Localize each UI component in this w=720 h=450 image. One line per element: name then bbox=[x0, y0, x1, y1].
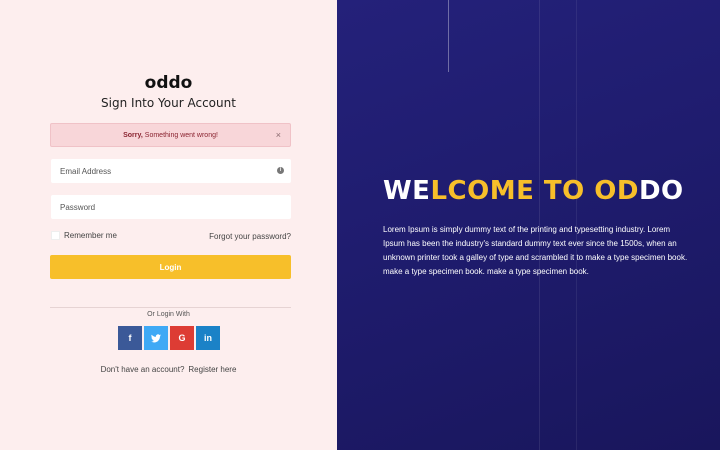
welcome-part-highlight: LCOME TO bbox=[430, 176, 595, 206]
welcome-paragraph: Lorem Ipsum is simply dummy text of the … bbox=[383, 225, 688, 276]
light-streak bbox=[448, 0, 449, 72]
info-icon: i bbox=[277, 167, 284, 174]
password-field[interactable]: Password bbox=[51, 195, 291, 219]
welcome-part: DO bbox=[638, 176, 684, 206]
twitter-button[interactable] bbox=[144, 326, 168, 350]
no-account-text: Don't have an account? bbox=[100, 365, 185, 374]
login-button[interactable]: Login bbox=[50, 255, 291, 279]
welcome-heading: WELCOME TO ODDO bbox=[383, 176, 684, 206]
page-title: Sign Into Your Account bbox=[101, 96, 236, 110]
twitter-icon bbox=[151, 333, 161, 342]
email-field[interactable]: Email Address i bbox=[51, 159, 291, 183]
linkedin-icon: in bbox=[204, 333, 212, 343]
linkedin-button[interactable]: in bbox=[196, 326, 220, 350]
alert-strong: Sorry, bbox=[123, 131, 143, 139]
alert-message: Something went wrong! bbox=[144, 131, 218, 139]
close-icon[interactable]: × bbox=[276, 130, 281, 140]
facebook-button[interactable]: f bbox=[118, 326, 142, 350]
signup-prompt: Don't have an account? Register here bbox=[0, 365, 337, 374]
remember-checkbox[interactable] bbox=[51, 231, 60, 240]
brand-logo: oddo bbox=[144, 73, 193, 93]
or-login-with: Or Login With bbox=[0, 303, 337, 321]
register-link[interactable]: Register here bbox=[188, 365, 236, 374]
login-panel: oddo Sign Into Your Account Sorry, Somet… bbox=[0, 0, 337, 450]
social-buttons: f G in bbox=[118, 326, 220, 350]
remember-label: Remember me bbox=[64, 231, 117, 240]
error-alert: Sorry, Something went wrong! × bbox=[50, 123, 291, 147]
welcome-part-highlight: OD bbox=[594, 176, 639, 206]
google-button[interactable]: G bbox=[170, 326, 194, 350]
google-icon: G bbox=[178, 333, 186, 343]
welcome-part: WE bbox=[383, 176, 431, 206]
password-placeholder: Password bbox=[60, 202, 96, 212]
facebook-icon: f bbox=[128, 333, 132, 343]
or-login-with-label: Or Login With bbox=[141, 311, 196, 318]
forgot-password-link[interactable]: Forgot your password? bbox=[209, 232, 291, 241]
email-placeholder: Email Address bbox=[60, 166, 112, 176]
remember-me[interactable]: Remember me bbox=[51, 231, 117, 240]
